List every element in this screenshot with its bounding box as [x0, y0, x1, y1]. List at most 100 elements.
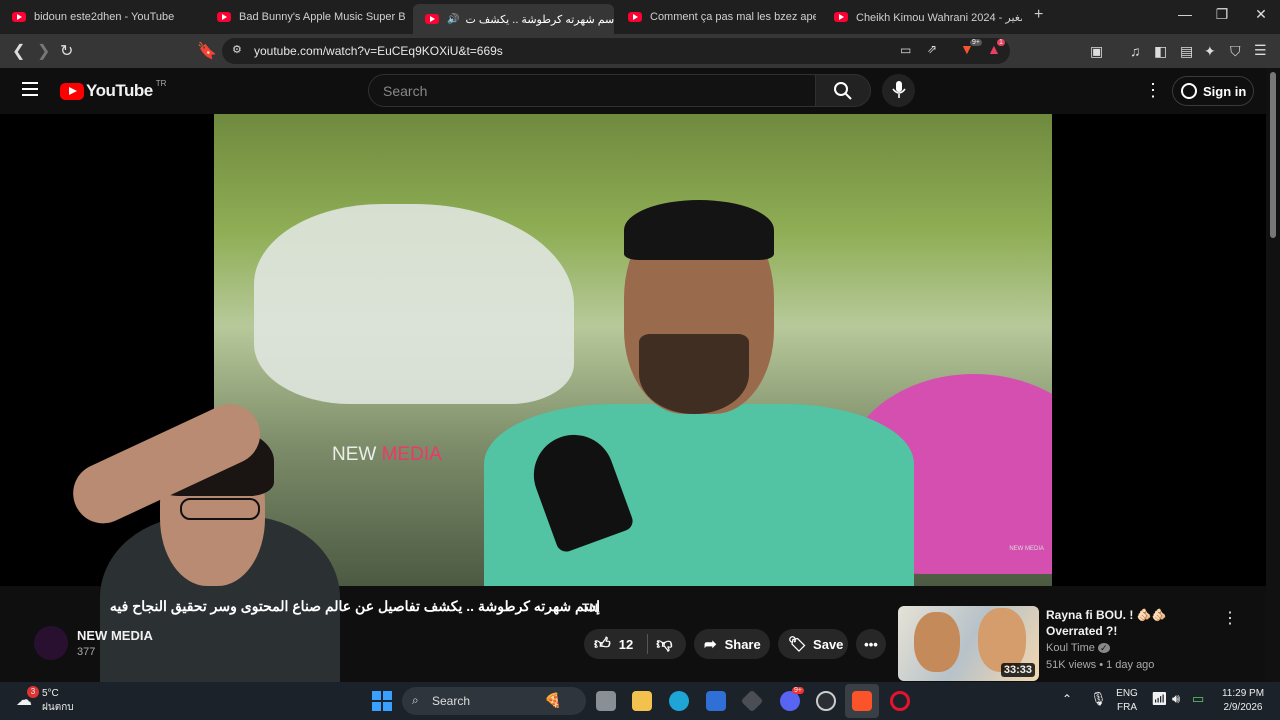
save-button[interactable]: 🏷︎ Save: [778, 629, 848, 659]
brave-badge: 9+: [970, 39, 982, 46]
volume-icon[interactable]: 🔊︎: [1172, 691, 1180, 707]
browser-tab-bar: bidoun este2dhen - YouTube Bad Bunny's A…: [0, 0, 1280, 34]
like-icon[interactable]: 👍︎: [594, 635, 611, 654]
opera-icon[interactable]: [890, 691, 910, 711]
dislike-icon[interactable]: 👎︎: [656, 635, 672, 654]
minimize-icon[interactable]: —: [1165, 6, 1205, 22]
logo-text: YouTube: [86, 81, 153, 100]
title-prefix: TN: [582, 601, 598, 615]
media-icon[interactable]: ♫: [1130, 43, 1141, 59]
youtube-favicon-icon: [12, 12, 26, 22]
edge-icon[interactable]: [669, 691, 689, 711]
share-button[interactable]: ➦ Share: [694, 629, 770, 659]
address-bar-row: ❮ ❯ ↻ 🔖 ⚙ youtube.com/watch?v=EuCEq9KOXi…: [0, 34, 1280, 68]
save-icon: 🏷︎: [788, 636, 808, 653]
voice-search-button[interactable]: [882, 74, 915, 107]
more-actions-button[interactable]: •••: [856, 629, 886, 659]
search-input[interactable]: Search: [368, 74, 816, 107]
close-window-icon[interactable]: ✕: [1241, 6, 1280, 23]
taskbar-search[interactable]: ⌕ Search 🍕: [402, 687, 586, 715]
like-count: 12: [618, 636, 634, 652]
back-icon[interactable]: ❮: [12, 41, 25, 61]
share-icon: ➦: [704, 636, 717, 653]
video-sky: [254, 204, 574, 404]
corner-watermark: NEW MEDIA: [1009, 546, 1044, 552]
tab-2[interactable]: Bad Bunny's Apple Music Super Bowl: [205, 4, 405, 30]
obs-icon[interactable]: [816, 691, 836, 711]
alert-badge: 1: [997, 39, 1005, 46]
guide-menu-icon[interactable]: [22, 82, 38, 96]
battery-icon[interactable]: ▭: [1192, 691, 1204, 707]
discord-badge: 9+: [792, 687, 804, 694]
tab-1[interactable]: bidoun este2dhen - YouTube: [0, 4, 200, 30]
search-button[interactable]: [815, 74, 871, 107]
sidebar-icon[interactable]: ◧: [1154, 43, 1167, 60]
file-explorer-icon[interactable]: [632, 691, 652, 711]
save-label: Save: [813, 636, 844, 652]
webcam-overlay: [63, 394, 340, 720]
tab-3-active[interactable]: 🔊 إسم شهرته كرطوشة .. يكشف ت ✕: [413, 4, 614, 34]
weather-temp: 5°C: [42, 688, 59, 699]
tray-chevron-icon[interactable]: ⌃: [1062, 692, 1072, 706]
tab-title: Cheikh Kimou Wahrani 2024 - صغير: [856, 11, 1022, 24]
microphone-icon: [892, 81, 906, 98]
new-tab-icon[interactable]: +: [1034, 6, 1043, 24]
verified-icon: ✓: [1097, 643, 1110, 653]
reload-icon[interactable]: ↻: [60, 41, 73, 61]
tab-title: إسم شهرته كرطوشة .. يكشف ت: [465, 13, 614, 26]
brave-taskbar-icon[interactable]: [852, 691, 872, 711]
video-duration: 33:33: [1000, 663, 1035, 677]
channel-avatar[interactable]: [34, 626, 68, 660]
region-code: TR: [155, 78, 167, 88]
like-dislike-group: 👍︎ 12 👎︎: [584, 629, 686, 659]
youtube-favicon-icon: [425, 14, 439, 24]
leo-icon[interactable]: ✦: [1204, 43, 1216, 60]
recommended-title[interactable]: Rayna fi BOU. ! 🫵🏻🫵🏻 Overrated ?!: [1046, 607, 1218, 639]
wallet-icon[interactable]: ▤: [1180, 43, 1193, 60]
scrollbar-thumb[interactable]: [1270, 72, 1276, 238]
app-icon[interactable]: [740, 689, 764, 713]
recommended-meta: 51K views • 1 day ago: [1046, 659, 1155, 671]
settings-kebab-icon[interactable]: ⋮: [1144, 80, 1162, 101]
taskbar-search-icon: ⌕: [412, 693, 419, 707]
restore-icon[interactable]: ❐: [1202, 6, 1242, 23]
forward-icon[interactable]: ❯: [37, 41, 50, 61]
site-info-icon[interactable]: ⚙: [232, 43, 242, 56]
task-view-icon[interactable]: [596, 691, 616, 711]
youtube-favicon-icon: [217, 12, 231, 22]
store-icon[interactable]: [706, 691, 726, 711]
menu-icon[interactable]: ☰: [1254, 42, 1267, 59]
youtube-logo[interactable]: YouTube TR: [60, 78, 167, 101]
channel-name[interactable]: NEW MEDIA: [77, 628, 153, 643]
language-line1[interactable]: ENG: [1114, 687, 1140, 700]
recommended-menu-icon[interactable]: ⋮: [1222, 608, 1238, 628]
reader-icon[interactable]: ▣: [1090, 43, 1103, 60]
search-highlight-icon: 🍕: [544, 692, 562, 708]
clock-time[interactable]: 11:29 PM: [1218, 687, 1268, 700]
tray-mic-icon[interactable]: 🎙︎: [1090, 691, 1107, 707]
cast-icon[interactable]: ▭: [900, 43, 911, 57]
speaker-icon[interactable]: 🔊: [447, 14, 459, 25]
page-scrollbar[interactable]: [1266, 68, 1280, 682]
wifi-icon[interactable]: 📶︎: [1151, 691, 1168, 707]
recommended-channel[interactable]: Koul Time ✓: [1046, 642, 1110, 654]
bookmark-icon[interactable]: 🔖: [197, 41, 217, 61]
sign-in-button[interactable]: Sign in: [1172, 76, 1254, 106]
youtube-play-icon: [60, 82, 84, 100]
more-icon: •••: [864, 636, 878, 652]
taskbar-search-label: Search: [432, 694, 471, 708]
video-title: إسم شهرته كرطوشة .. يكشف تفاصيل عن عالم …: [109, 598, 600, 614]
address-bar[interactable]: ⚙ youtube.com/watch?v=EuCEq9KOXiU&t=669s…: [222, 38, 1010, 64]
discord-icon[interactable]: [780, 691, 800, 711]
windows-start-icon[interactable]: [372, 691, 392, 711]
language-line2[interactable]: FRA: [1114, 701, 1140, 714]
tab-5[interactable]: Cheikh Kimou Wahrani 2024 - صغير: [822, 4, 1022, 30]
clock-date[interactable]: 2/9/2026: [1218, 701, 1268, 714]
weather-badge: 3: [27, 686, 39, 698]
tab-4[interactable]: Comment ça pas mal les bzez apex ?: [616, 4, 816, 30]
recommended-thumbnail[interactable]: 33:33: [898, 606, 1039, 681]
vpn-icon[interactable]: ⛉: [1230, 43, 1241, 60]
share-page-icon[interactable]: ⇗: [927, 42, 937, 56]
youtube-header: YouTube TR Search ⋮ Sign in: [0, 68, 1280, 114]
channel-subscribers: 377: [77, 646, 96, 658]
